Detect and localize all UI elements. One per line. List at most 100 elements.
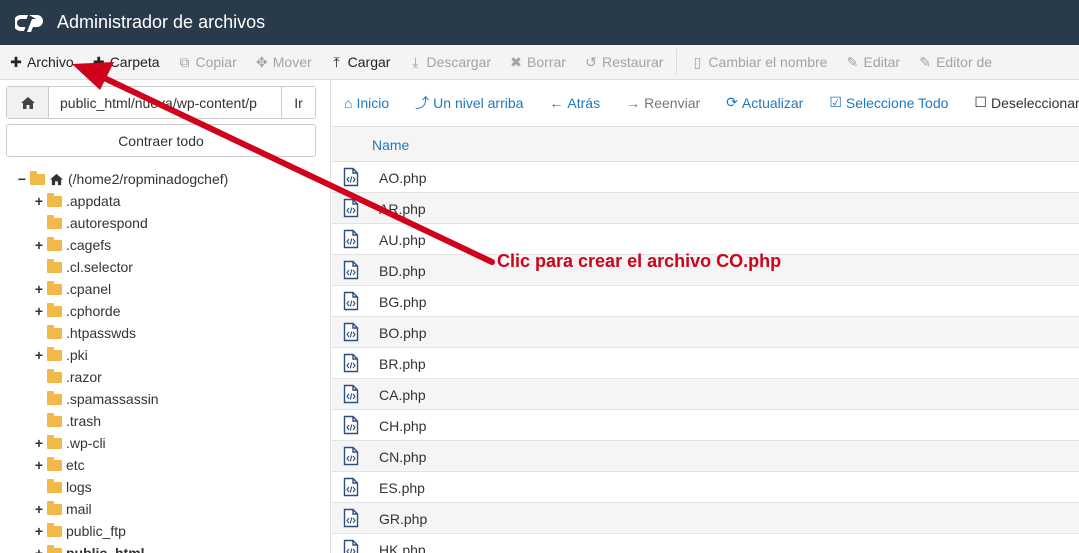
nav-button-reenviar[interactable]: → Reenviar: [613, 86, 713, 119]
toolbar-button-descargar[interactable]: ⤓ Descargar: [399, 45, 500, 79]
path-input[interactable]: [49, 87, 281, 118]
plus-icon: ✚: [92, 53, 105, 70]
table-row[interactable]: CN.php: [332, 441, 1079, 472]
expand-icon[interactable]: +: [33, 545, 45, 553]
php-file-icon: [343, 539, 359, 553]
toolbar-button-copiar[interactable]: ⧉ Copiar: [169, 45, 246, 79]
tree-item-label: (/home2/ropminadogchef): [68, 171, 229, 187]
toolbar-button-mover[interactable]: ✥ Mover: [246, 45, 321, 79]
folder-icon: [47, 522, 62, 537]
tree-item-label: mail: [66, 501, 92, 517]
folder-icon: [47, 280, 62, 295]
tree-item[interactable]: + etc: [33, 454, 85, 476]
column-header-name[interactable]: Name: [372, 137, 409, 153]
nav-button-inicio[interactable]: ⌂ Inicio: [331, 86, 402, 119]
table-row[interactable]: CA.php: [332, 379, 1079, 410]
tree-item[interactable]: logs: [33, 476, 92, 498]
toolbar-button-archivo[interactable]: ✚ Archivo: [0, 45, 83, 79]
tree-item[interactable]: .trash: [33, 410, 101, 432]
tree-item-label: .autorespond: [66, 215, 148, 231]
toolbar-button-editar[interactable]: ✎ Editar: [836, 45, 909, 79]
path-bar: Ir: [6, 86, 316, 119]
table-row[interactable]: AR.php: [332, 193, 1079, 224]
tree-item[interactable]: .autorespond: [33, 212, 148, 234]
expand-icon[interactable]: +: [33, 435, 45, 451]
tree-item[interactable]: + .cagefs: [33, 234, 111, 256]
forward-icon: →: [626, 94, 641, 111]
tree-item[interactable]: + mail: [33, 498, 92, 520]
toolbar-button-borrar[interactable]: ✖ Borrar: [500, 45, 575, 79]
expand-icon[interactable]: +: [33, 457, 45, 473]
tree-item[interactable]: − (/home2/ropminadogchef): [16, 168, 228, 190]
editor-icon: ✎: [919, 53, 931, 70]
expand-icon[interactable]: +: [33, 523, 45, 539]
collapse-all-button[interactable]: Contraer todo: [6, 124, 316, 157]
expand-icon[interactable]: +: [33, 303, 45, 319]
expand-icon[interactable]: +: [33, 281, 45, 297]
table-row[interactable]: BR.php: [332, 348, 1079, 379]
toolbar-button-label: Restaurar: [601, 54, 664, 70]
toolbar-button-cambiar-el-nombre[interactable]: ▯ Cambiar el nombre: [681, 45, 836, 79]
tree-item[interactable]: .htpasswds: [33, 322, 136, 344]
toolbar-button-restaurar[interactable]: ↺ Restaurar: [575, 45, 672, 79]
level-up-icon: ⤴: [415, 94, 430, 111]
table-row[interactable]: BO.php: [332, 317, 1079, 348]
tree-item[interactable]: + public_html: [33, 542, 145, 553]
toolbar: ✚ Archivo ✚ Carpeta ⧉ Copiar ✥ Mover ⤒ Cargar ⤓ Des…: [0, 45, 1079, 80]
tree-item[interactable]: + public_ftp: [33, 520, 126, 542]
nav-button-un-nivel-arriba[interactable]: ⤴ Un nivel arriba: [402, 86, 536, 119]
checkbox-empty-icon: ☐: [974, 94, 987, 110]
edit-icon: ✎: [846, 53, 859, 70]
table-row[interactable]: BG.php: [332, 286, 1079, 317]
file-table-header: Name: [332, 126, 1079, 162]
nav-button-seleccione-todo[interactable]: ☑ Seleccione Todo: [816, 86, 961, 119]
go-button[interactable]: Ir: [281, 87, 315, 118]
nav-button-atrás[interactable]: ← Atrás: [536, 86, 613, 119]
tree-item-label: .cphorde: [66, 303, 121, 319]
tree-item[interactable]: .spamassassin: [33, 388, 159, 410]
home-icon: [49, 173, 68, 186]
php-file-icon: [343, 508, 359, 528]
table-row[interactable]: GR.php: [332, 503, 1079, 534]
toolbar-button-label: Borrar: [527, 54, 566, 70]
nav-button-actualizar[interactable]: ⟳ Actualizar: [713, 86, 816, 119]
tree-item[interactable]: + .cpanel: [33, 278, 111, 300]
folder-icon: [30, 170, 45, 185]
tree-item[interactable]: + .appdata: [33, 190, 121, 212]
tree-item-label: logs: [66, 479, 92, 495]
expand-icon[interactable]: +: [33, 501, 45, 517]
window-title: Administrador de archivos: [57, 12, 266, 32]
table-row[interactable]: HK.php: [332, 534, 1079, 553]
expand-icon[interactable]: +: [33, 193, 45, 209]
table-row[interactable]: ES.php: [332, 472, 1079, 503]
table-row[interactable]: CH.php: [332, 410, 1079, 441]
tree-item[interactable]: + .pki: [33, 344, 88, 366]
tree-item[interactable]: .razor: [33, 366, 102, 388]
nav-button-label: Atrás: [567, 94, 601, 111]
home-button[interactable]: [7, 87, 49, 118]
move-icon: ✥: [255, 53, 268, 70]
toolbar-button-cargar[interactable]: ⤒ Cargar: [321, 45, 400, 79]
toolbar-button-editor-de[interactable]: ✎ Editor de: [909, 45, 1001, 79]
nav-button-label: Un nivel arriba: [433, 94, 524, 111]
table-row[interactable]: AO.php: [332, 162, 1079, 193]
file-name: BG.php: [379, 294, 427, 310]
php-file-icon: [343, 415, 359, 435]
expand-icon[interactable]: +: [33, 237, 45, 253]
tree-item[interactable]: .cl.selector: [33, 256, 133, 278]
file-name: CH.php: [379, 418, 427, 434]
pane-divider[interactable]: [330, 80, 331, 553]
collapse-icon[interactable]: −: [16, 171, 28, 187]
file-name: HK.php: [379, 542, 426, 553]
nav-button-deseleccionar[interactable]: ☐ Deseleccionar: [961, 86, 1079, 119]
tree-item[interactable]: + .cphorde: [33, 300, 120, 322]
tree-item-label: .appdata: [66, 193, 121, 209]
file-name: AR.php: [379, 201, 426, 217]
folder-icon: [47, 368, 62, 383]
tree-item-label: .pki: [66, 347, 88, 363]
expand-icon[interactable]: +: [33, 347, 45, 363]
tree-item[interactable]: + .wp-cli: [33, 432, 106, 454]
title-bar: Administrador de archivos: [0, 0, 1079, 45]
toolbar-button-label: Editor de: [936, 54, 993, 70]
toolbar-button-carpeta[interactable]: ✚ Carpeta: [83, 45, 169, 79]
